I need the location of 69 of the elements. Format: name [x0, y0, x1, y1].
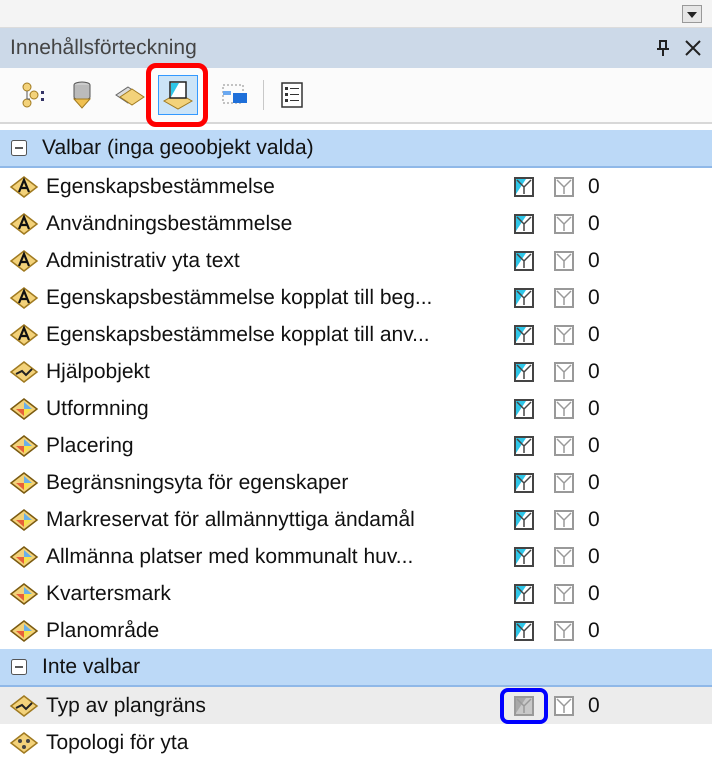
collapse-icon[interactable] [10, 658, 28, 676]
selected-features-icon [554, 250, 574, 270]
selected-features-icon [554, 546, 574, 566]
selected-features-icon [554, 472, 574, 492]
collapse-icon[interactable] [10, 139, 28, 157]
pin-icon[interactable] [656, 39, 670, 57]
feature-count: 0 [588, 322, 600, 348]
selectable-toggle-icon[interactable] [514, 362, 534, 382]
selected-features-icon [554, 696, 574, 716]
layer-name: Planområde [46, 618, 160, 644]
selectable-toggle-icon[interactable] [514, 324, 534, 344]
group-header[interactable]: Valbar (inga geoobjekt valda) [0, 130, 712, 168]
layer-name: Egenskapsbestämmelse kopplat till anv... [46, 322, 431, 348]
selectable-toggle-icon[interactable] [514, 620, 534, 640]
selected-features-icon [554, 620, 574, 640]
feature-count: 0 [588, 544, 600, 570]
selectable-toggle-icon[interactable] [514, 436, 534, 456]
layer-name: Användningsbestämmelse [46, 210, 294, 237]
selectable-toggle-icon[interactable] [514, 176, 534, 196]
layer-with-selection-icon [162, 79, 194, 111]
feature-count: 0 [588, 580, 600, 607]
layer-row[interactable]: Typ av plangräns 0 [0, 687, 712, 724]
layer-name: Markreservat för allmännyttiga ändamål [46, 506, 416, 533]
layer-name: Egenskapsbestämmelse kopplat till beg... [46, 284, 434, 311]
layer-name: Topologi för yta [46, 730, 190, 756]
group-header[interactable]: Inte valbar [0, 649, 712, 687]
feature-count: 0 [588, 284, 600, 311]
selectable-toggle-icon[interactable] [514, 696, 534, 716]
feature-count: 0 [588, 210, 600, 237]
layer-name: Kvartersmark [46, 580, 172, 607]
feature-count: 0 [588, 692, 600, 719]
selectable-toggle-icon[interactable] [514, 546, 534, 566]
panel-title: Innehållsförteckning [10, 35, 197, 62]
layer-name: Placering [46, 432, 135, 459]
selected-features-icon [554, 288, 574, 308]
feature-count: 0 [588, 618, 600, 644]
feature-count: 0 [588, 174, 600, 200]
feature-count: 0 [588, 432, 600, 459]
feature-count: 0 [588, 470, 600, 496]
selectable-toggle-icon[interactable] [514, 214, 534, 234]
layer-name: Utformning [46, 396, 150, 422]
close-icon[interactable] [684, 39, 702, 57]
selectable-toggle-icon[interactable] [514, 472, 534, 492]
selectable-toggle-icon[interactable] [514, 288, 534, 308]
group-label: Inte valbar [42, 654, 140, 680]
selected-features-icon [554, 510, 574, 530]
group-label: Valbar (inga geoobjekt valda) [42, 135, 314, 162]
layer-name: Typ av plangräns [46, 692, 207, 719]
selectable-toggle-icon[interactable] [514, 584, 534, 604]
selectable-toggle-icon[interactable] [514, 398, 534, 418]
feature-count: 0 [588, 396, 600, 422]
selected-features-icon [554, 324, 574, 344]
selected-features-icon [554, 584, 574, 604]
layer-name: Egenskapsbestämmelse [46, 174, 276, 200]
layer-name: Administrativ yta text [46, 248, 241, 274]
toolbar-button[interactable] [158, 75, 198, 115]
feature-count: 0 [588, 248, 600, 274]
selected-features-icon [554, 176, 574, 196]
feature-count: 0 [588, 506, 600, 533]
selectable-toggle-icon[interactable] [514, 510, 534, 530]
layer-name: Begränsningsyta för egenskaper [46, 470, 350, 496]
selected-features-icon [554, 436, 574, 456]
selected-features-icon [554, 214, 574, 234]
feature-count: 0 [588, 358, 600, 385]
layer-name: Allmänna platser med kommunalt huv... [46, 544, 414, 570]
selected-features-icon [554, 362, 574, 382]
layer-name: Hjälpobjekt [46, 358, 151, 385]
selected-features-icon [554, 398, 574, 418]
selectable-toggle-icon[interactable] [514, 250, 534, 270]
